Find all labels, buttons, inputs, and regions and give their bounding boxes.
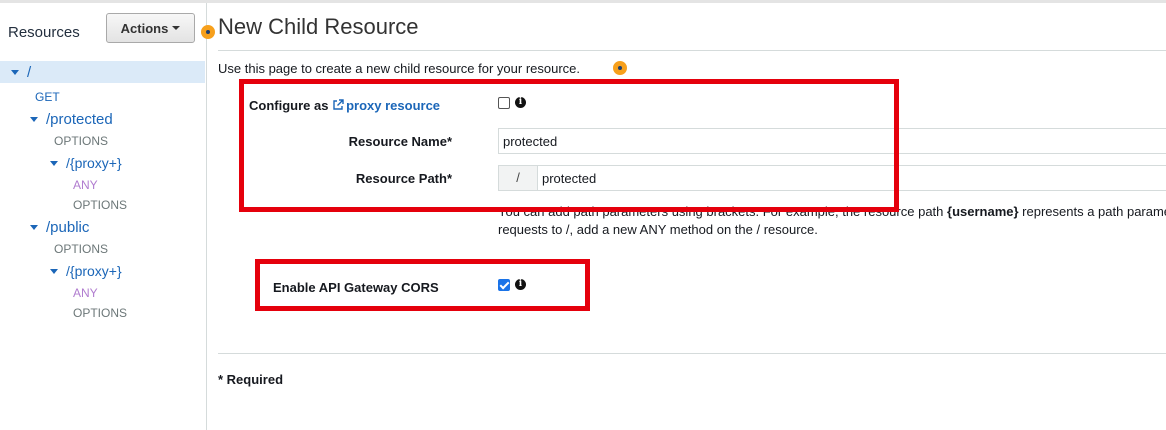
expand-triangle-icon[interactable] xyxy=(50,268,58,274)
tree-node-label: / xyxy=(27,63,32,81)
method-label: OPTIONS xyxy=(73,198,128,212)
tree-node-label: /{proxy+} xyxy=(66,155,122,171)
help-text-bold: {username} xyxy=(947,204,1019,219)
title-divider xyxy=(218,50,1166,51)
tree-node-label: /{proxy+} xyxy=(66,263,122,279)
tree-node-label: /public xyxy=(46,218,90,236)
tree-node-method[interactable]: ANY xyxy=(73,174,98,196)
help-text-segment: represents a path parameter called 'user… xyxy=(1022,204,1166,219)
help-line-2: requests to /, add a new ANY method on t… xyxy=(498,222,818,237)
intro-text: Use this page to create a new child reso… xyxy=(218,61,580,76)
tree-node-proxy[interactable]: /{proxy+} xyxy=(50,260,122,282)
required-note: * Required xyxy=(218,372,284,387)
actions-label: Actions xyxy=(120,20,169,36)
tree-node-protected[interactable]: /protected xyxy=(30,108,113,130)
expand-triangle-icon[interactable] xyxy=(50,160,58,166)
actions-dropdown-button[interactable]: Actions xyxy=(106,13,195,43)
method-label: ANY xyxy=(73,286,98,300)
tree-node-method[interactable]: OPTIONS xyxy=(54,238,108,260)
help-hotspot-icon[interactable] xyxy=(201,25,215,39)
method-label: OPTIONS xyxy=(54,242,109,256)
page-title: New Child Resource xyxy=(218,14,419,39)
tree-node-method[interactable]: OPTIONS xyxy=(73,194,127,216)
resources-sidebar: Resources Actions / GET /protected OPTIO… xyxy=(0,3,207,430)
tree-node-public[interactable]: /public xyxy=(30,216,89,238)
form-divider xyxy=(218,353,1166,354)
tree-node-method[interactable]: OPTIONS xyxy=(73,302,127,324)
expand-triangle-icon[interactable] xyxy=(30,116,38,122)
highlight-box-resource-fields xyxy=(239,79,899,212)
tree-node-label: /protected xyxy=(46,110,113,128)
method-label: GET xyxy=(35,90,60,104)
tree-node-method[interactable]: GET xyxy=(35,86,60,108)
expand-triangle-icon[interactable] xyxy=(30,224,38,230)
method-label: ANY xyxy=(73,178,98,192)
sidebar-title: Resources xyxy=(8,24,80,41)
expand-triangle-icon[interactable] xyxy=(11,69,19,75)
help-hotspot-icon[interactable] xyxy=(613,61,627,75)
method-label: OPTIONS xyxy=(73,306,128,320)
method-label: OPTIONS xyxy=(54,134,109,148)
tree-node-root[interactable]: / xyxy=(0,61,205,83)
tree-node-method[interactable]: OPTIONS xyxy=(54,130,108,152)
caret-down-icon xyxy=(172,26,181,30)
tree-node-proxy[interactable]: /{proxy+} xyxy=(50,152,122,174)
tree-node-method[interactable]: ANY xyxy=(73,282,98,304)
highlight-box-cors xyxy=(255,259,590,311)
intro-text-content: Use this page to create a new child reso… xyxy=(218,61,581,76)
